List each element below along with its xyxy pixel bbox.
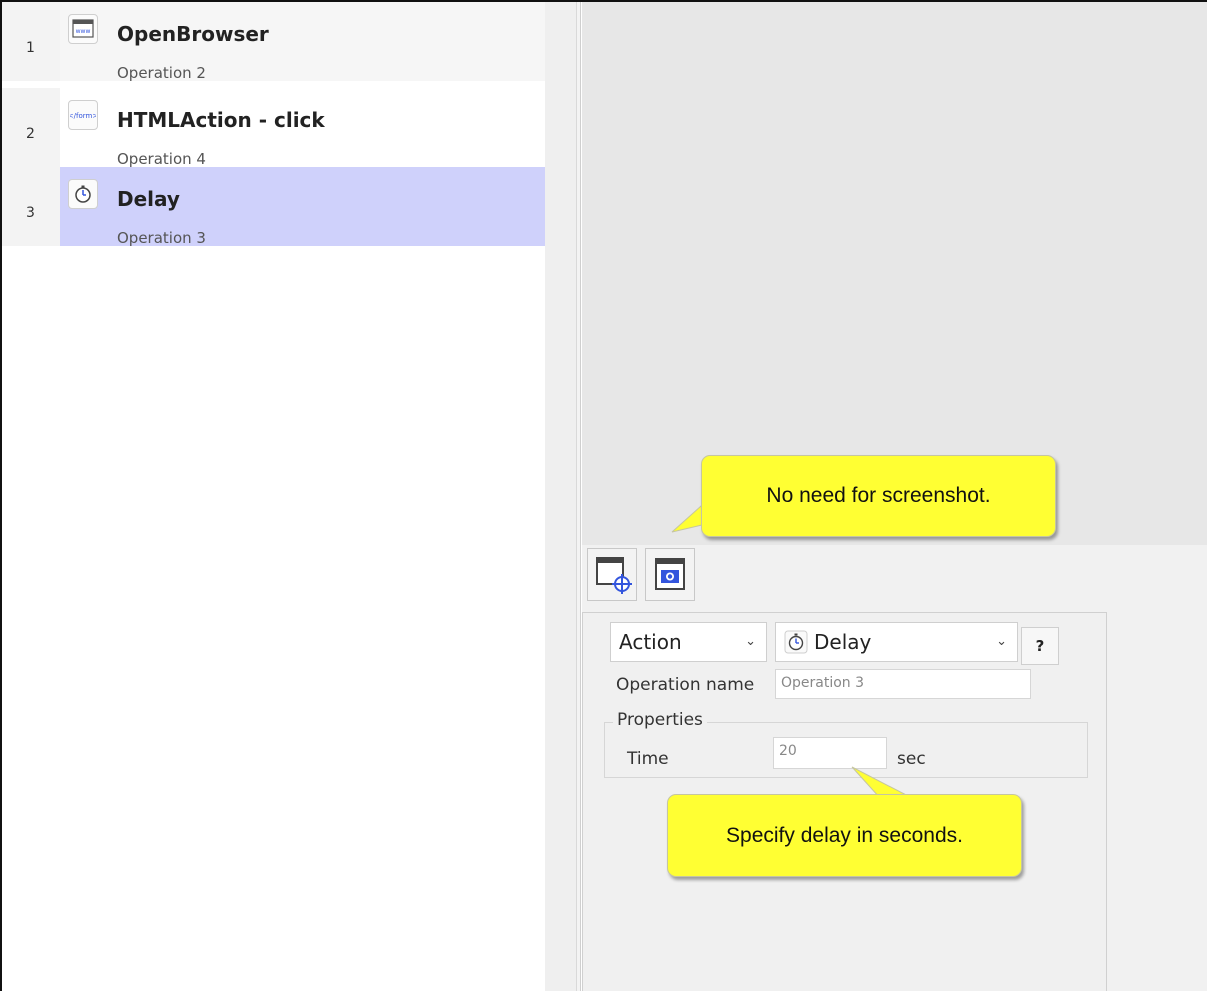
stopwatch-icon — [784, 630, 808, 654]
operation-row-delay[interactable]: 3 Delay Operation 3 — [2, 167, 545, 247]
toolbar — [582, 545, 1207, 608]
svg-text:www: www — [76, 28, 91, 35]
svg-text:</form>: </form> — [70, 112, 96, 120]
splitter-edge — [577, 2, 581, 991]
row-content[interactable]: </form> HTMLAction - click Operation 4 — [60, 88, 545, 168]
row-number: 1 — [2, 2, 60, 81]
callout-no-screenshot: No need for screenshot. — [701, 455, 1056, 537]
row-content[interactable]: www OpenBrowser Operation 2 — [60, 2, 545, 82]
help-button[interactable]: ? — [1021, 627, 1059, 665]
form-tag-icon: </form> — [68, 100, 98, 130]
row-content[interactable]: Delay Operation 3 — [60, 167, 545, 247]
chevron-down-icon: ⌄ — [996, 634, 1007, 649]
chevron-down-icon: ⌄ — [745, 634, 756, 649]
properties-legend: Properties — [613, 710, 707, 730]
category-select[interactable]: Action ⌄ — [610, 622, 767, 662]
action-select[interactable]: Delay ⌄ — [775, 622, 1018, 662]
operation-row-openbrowser[interactable]: 1 www OpenBrowser Operation 2 — [2, 2, 545, 82]
operation-title: OpenBrowser — [117, 22, 269, 46]
splitter[interactable] — [545, 2, 577, 991]
window-target-icon — [596, 556, 632, 594]
time-unit-label: sec — [897, 749, 926, 769]
operation-subtitle: Operation 2 — [117, 64, 206, 82]
operation-name-label: Operation name — [616, 675, 755, 695]
browser-www-icon: www — [68, 14, 98, 44]
category-select-value: Action — [619, 630, 682, 654]
screenshot-button[interactable] — [645, 548, 695, 601]
capture-target-button[interactable] — [587, 548, 637, 601]
operation-row-htmlaction[interactable]: 2 </form> HTMLAction - click Operation 4 — [2, 88, 545, 168]
window-camera-icon — [655, 557, 685, 590]
stopwatch-icon — [68, 179, 98, 209]
operation-title: HTMLAction - click — [117, 108, 325, 132]
operation-subtitle: Operation 3 — [117, 229, 206, 247]
action-select-value: Delay — [814, 630, 872, 654]
row-number: 3 — [2, 167, 60, 246]
row-number: 2 — [2, 88, 60, 167]
callout-specify-delay: Specify delay in seconds. — [667, 794, 1022, 877]
operation-title: Delay — [117, 187, 180, 211]
time-input[interactable]: 20 — [773, 737, 887, 769]
operation-name-input[interactable]: Operation 3 — [775, 669, 1031, 699]
operation-subtitle: Operation 4 — [117, 150, 206, 168]
operations-list: 1 www OpenBrowser Operation 2 2 </form> … — [2, 2, 545, 991]
time-label: Time — [627, 749, 669, 769]
